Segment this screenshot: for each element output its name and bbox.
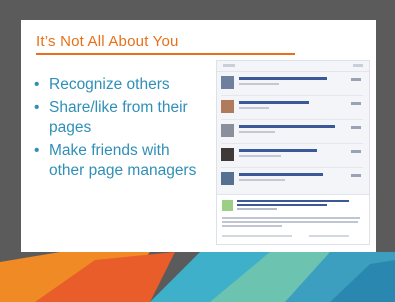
screenshot-header bbox=[217, 61, 369, 72]
page-list-row bbox=[221, 99, 363, 117]
page-list-row bbox=[221, 171, 363, 189]
bullet-text: Make friends with other page managers bbox=[49, 142, 197, 179]
facebook-pages-screenshot bbox=[216, 60, 370, 245]
bullet-item: • Share/like from their pages bbox=[34, 98, 206, 138]
bullet-dot-icon: • bbox=[34, 142, 40, 159]
bullet-list: • Recognize others • Share/like from the… bbox=[34, 75, 206, 184]
page-list-row bbox=[221, 123, 363, 141]
bullet-dot-icon: • bbox=[34, 99, 40, 116]
bullet-item: • Make friends with other page managers bbox=[34, 141, 206, 181]
bullet-text: Recognize others bbox=[49, 76, 170, 93]
slide-title: It’s Not All About You bbox=[36, 33, 179, 50]
bullet-item: • Recognize others bbox=[34, 75, 206, 95]
bullet-dot-icon: • bbox=[34, 76, 40, 93]
slide-content-card: It’s Not All About You • Recognize other… bbox=[21, 20, 376, 252]
slide: It’s Not All About You • Recognize other… bbox=[0, 0, 395, 302]
page-list-row bbox=[221, 75, 363, 93]
bullet-text: Share/like from their pages bbox=[49, 99, 188, 136]
title-underline bbox=[36, 53, 295, 55]
decorative-bottom-band bbox=[0, 252, 395, 302]
page-list-row bbox=[221, 147, 363, 165]
page-post-preview bbox=[217, 194, 369, 244]
